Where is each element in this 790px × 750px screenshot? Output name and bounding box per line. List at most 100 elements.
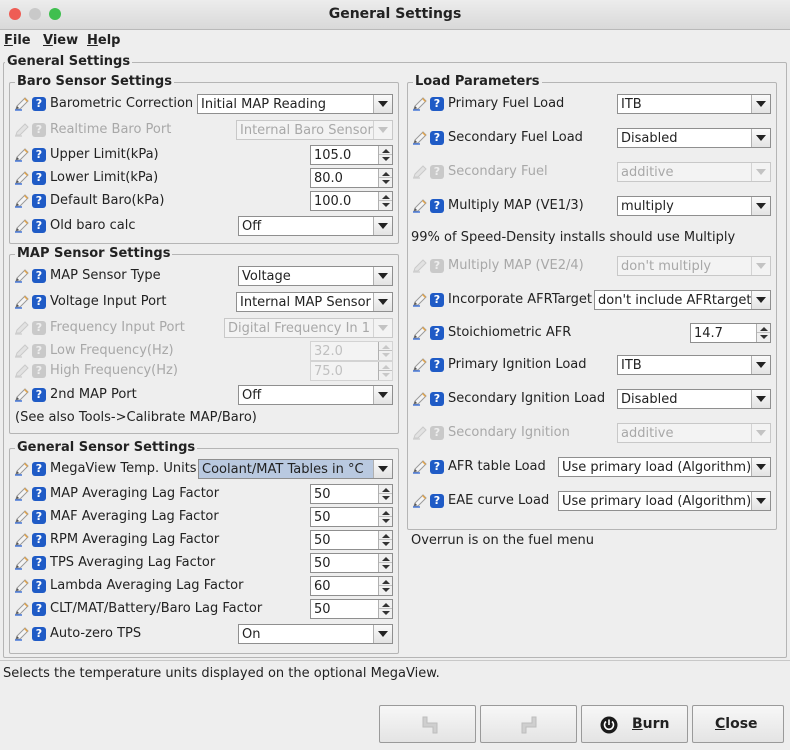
spin-down-icon[interactable] [382,496,390,500]
megaview-temp-units-select[interactable]: Coolant/MAT Tables in °C [198,459,393,479]
2nd-map-port-select[interactable]: Off [238,385,393,405]
eae-curve-load-select[interactable]: Use primary load (Algorithm) [558,491,771,511]
stoichiometric-afr-spinner[interactable]: 14.7 [690,323,771,343]
primary-ignition-load-select[interactable]: ITB [617,355,771,375]
clt-mat-battery-baro-lag-factor-spinner[interactable]: 50 [310,599,393,619]
spin-up-icon[interactable] [382,557,390,561]
spin-down-icon[interactable] [382,588,390,592]
spin-up-icon[interactable] [382,511,390,515]
chevron-down-icon[interactable] [751,197,770,215]
spin-up-icon [382,365,390,369]
help-icon: ? [32,321,46,335]
default-baro-kpa-spinner[interactable]: 100.0 [310,191,393,211]
chevron-down-icon[interactable] [751,458,770,476]
chevron-down-icon[interactable] [751,356,770,374]
undo-button[interactable] [379,705,476,743]
help-icon[interactable]: ? [32,219,46,233]
help-icon[interactable]: ? [32,97,46,111]
secondary-ignition-select: additive [617,423,771,443]
spin-down-icon[interactable] [382,542,390,546]
rpm-averaging-lag-factor-spinner[interactable]: 50 [310,530,393,550]
spin-down-icon[interactable] [760,335,768,339]
tps-averaging-lag-factor-spinner[interactable]: 50 [310,553,393,573]
help-icon[interactable]: ? [430,97,444,111]
lower-limit-kpa-spinner[interactable]: 80.0 [310,168,393,188]
spin-up-icon[interactable] [760,327,768,331]
help-icon[interactable]: ? [32,487,46,501]
megaview-temp-units-value: Coolant/MAT Tables in °C [202,462,364,477]
redo-button[interactable] [480,705,577,743]
help-icon[interactable]: ? [32,462,46,476]
primary-fuel-load-select[interactable]: ITB [617,94,771,114]
chevron-down-icon[interactable] [751,129,770,147]
chevron-down-icon[interactable] [373,386,392,404]
spin-down-icon[interactable] [382,519,390,523]
chevron-down-icon[interactable] [751,291,770,309]
help-icon[interactable]: ? [430,293,444,307]
old-baro-calc-select[interactable]: Off [238,216,393,236]
spin-down-icon[interactable] [382,180,390,184]
spin-down-icon[interactable] [382,565,390,569]
secondary-fuel-load-select[interactable]: Disabled [617,128,771,148]
secondary-fuel-label: Secondary Fuel [448,164,548,179]
spin-up-icon[interactable] [382,195,390,199]
chevron-down-icon[interactable] [373,625,392,643]
help-icon[interactable]: ? [32,510,46,524]
help-icon[interactable]: ? [32,579,46,593]
upper-limit-kpa-spinner[interactable]: 105.0 [310,145,393,165]
help-icon[interactable]: ? [32,533,46,547]
map-averaging-lag-factor-spinner[interactable]: 50 [310,484,393,504]
lambda-averaging-lag-factor-spinner[interactable]: 60 [310,576,393,596]
help-icon[interactable]: ? [32,194,46,208]
help-icon[interactable]: ? [32,556,46,570]
chevron-down-icon[interactable] [751,492,770,510]
help-icon[interactable]: ? [430,326,444,340]
help-icon[interactable]: ? [430,199,444,213]
chevron-down-icon[interactable] [751,95,770,113]
help-icon[interactable]: ? [32,388,46,402]
spin-up-icon[interactable] [382,580,390,584]
help-icon[interactable]: ? [32,627,46,641]
help-icon[interactable]: ? [430,494,444,508]
help-icon[interactable]: ? [430,131,444,145]
help-icon[interactable]: ? [32,171,46,185]
help-icon[interactable]: ? [32,295,46,309]
spin-up-icon[interactable] [382,603,390,607]
realtime-baro-port-value: Internal Baro Sensor [240,123,373,138]
spin-up-icon[interactable] [382,534,390,538]
secondary-ignition-load-select[interactable]: Disabled [617,389,771,409]
help-icon[interactable]: ? [32,602,46,616]
help-icon[interactable]: ? [430,358,444,372]
incorporate-afrtarget-select[interactable]: don't include AFRtarget [594,290,771,310]
menu-help[interactable]: Help [87,33,120,48]
menu-file[interactable]: File [4,33,31,48]
spin-down-icon[interactable] [382,203,390,207]
map-sensor-type-select[interactable]: Voltage [238,266,393,286]
baro-sensor-title: Baro Sensor Settings [15,74,174,89]
auto-zero-tps-select[interactable]: On [238,624,393,644]
voltage-input-port-select[interactable]: Internal MAP Sensor [236,292,393,312]
help-icon[interactable]: ? [32,148,46,162]
barometric-correction-select[interactable]: Initial MAP Reading [197,94,393,114]
spin-down-icon[interactable] [382,157,390,161]
chevron-down-icon[interactable] [373,460,392,478]
chevron-down-icon[interactable] [373,267,392,285]
chevron-down-icon[interactable] [373,217,392,235]
spin-up-icon[interactable] [382,149,390,153]
realtime-baro-port-select: Internal Baro Sensor [236,120,393,140]
close-button[interactable]: Close [692,705,784,743]
spin-up-icon[interactable] [382,488,390,492]
burn-button[interactable]: Burn [581,705,688,743]
chevron-down-icon[interactable] [751,390,770,408]
menu-view[interactable]: View [43,33,78,48]
maf-averaging-lag-factor-spinner[interactable]: 50 [310,507,393,527]
help-icon[interactable]: ? [32,269,46,283]
spin-up-icon[interactable] [382,172,390,176]
help-icon[interactable]: ? [430,392,444,406]
chevron-down-icon[interactable] [373,293,392,311]
chevron-down-icon[interactable] [373,95,392,113]
spin-down-icon[interactable] [382,611,390,615]
afr-table-load-select[interactable]: Use primary load (Algorithm) [558,457,771,477]
multiply-map-ve1-3-select[interactable]: multiply [617,196,771,216]
help-icon[interactable]: ? [430,460,444,474]
